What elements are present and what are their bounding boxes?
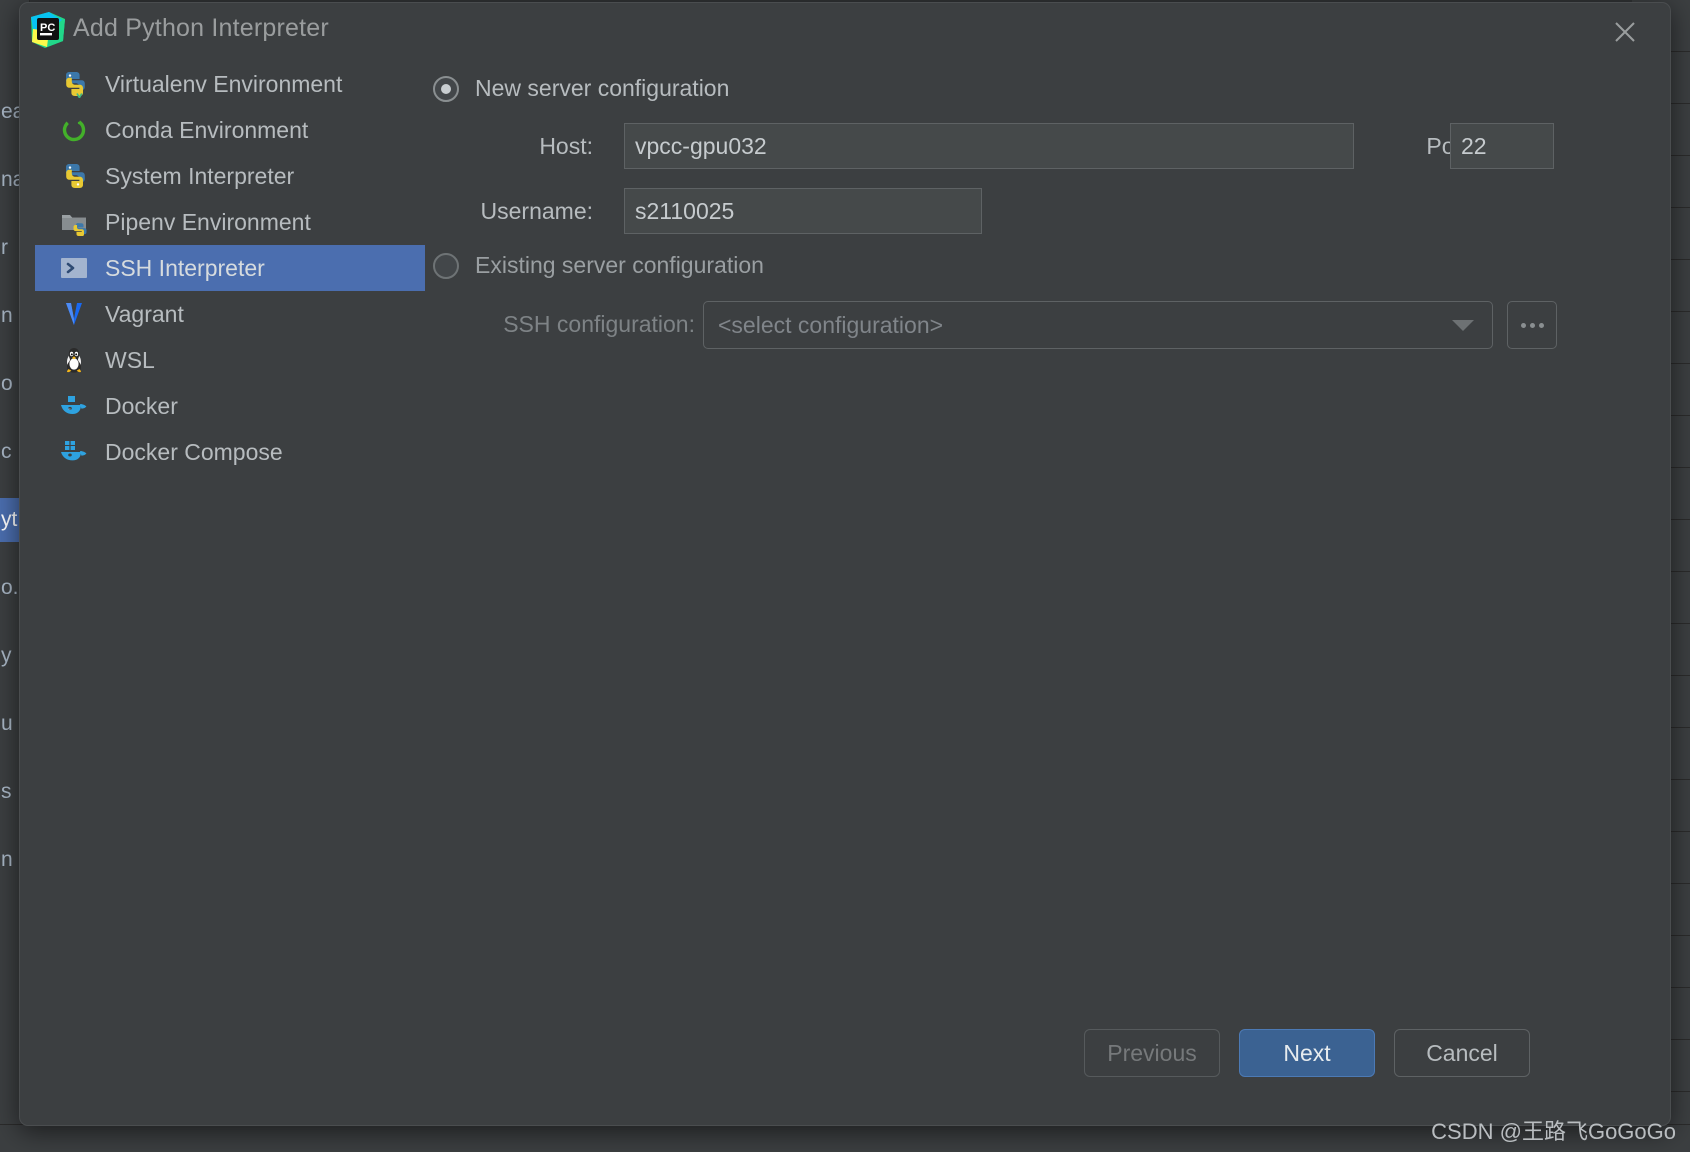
sidebar-item-system-interpreter[interactable]: System Interpreter	[35, 153, 425, 199]
sidebar-item-label: Docker	[105, 392, 178, 419]
host-input[interactable]	[624, 123, 1354, 169]
radio-indicator-existing-server	[433, 252, 459, 279]
dialog-footer: Previous Next Cancel	[20, 1005, 1670, 1125]
sidebar-item-label: System Interpreter	[105, 162, 295, 189]
sidebar-item-conda-environment[interactable]: Conda Environment	[35, 107, 425, 153]
csdn-watermark: CSDN @王路飞GoGoGo	[1431, 1119, 1676, 1144]
radio-indicator-new-server	[433, 75, 459, 102]
sidebar-item-docker-compose[interactable]: Docker Compose	[35, 429, 425, 475]
sidebar-item-pipenv-environment[interactable]: Pipenv Environment	[35, 199, 425, 245]
docker-compose-icon	[59, 437, 89, 467]
ssh-interpreter-form: New server configuration Host: Port: Use…	[425, 61, 1670, 1005]
username-input[interactable]	[624, 188, 982, 234]
add-python-interpreter-dialog: PC Add Python Interpreter Virtualenv Env…	[19, 2, 1671, 1126]
sidebar-item-label: Vagrant	[105, 300, 184, 327]
vagrant-icon	[59, 299, 89, 329]
host-label: Host:	[539, 133, 593, 159]
next-button[interactable]: Next	[1239, 1029, 1375, 1077]
sidebar-item-label: Conda Environment	[105, 116, 309, 143]
svg-text:PC: PC	[40, 22, 55, 34]
python-virtualenv-icon	[59, 69, 89, 99]
sidebar-item-label: Pipenv Environment	[105, 208, 311, 235]
chevron-down-icon	[1452, 319, 1474, 331]
dialog-titlebar: PC Add Python Interpreter	[20, 3, 1670, 59]
sidebar-item-vagrant[interactable]: Vagrant	[35, 291, 425, 337]
ssh-configuration-label: SSH configuration:	[503, 311, 695, 337]
pipenv-folder-icon	[59, 207, 89, 237]
linux-penguin-icon	[59, 345, 89, 375]
cancel-button[interactable]: Cancel	[1394, 1029, 1530, 1077]
sidebar-item-virtualenv-environment[interactable]: Virtualenv Environment	[35, 61, 425, 107]
username-label: Username:	[480, 198, 593, 224]
radio-existing-server-label: Existing server configuration	[475, 252, 764, 278]
radio-new-server-label: New server configuration	[475, 75, 730, 101]
ssh-configuration-value: <select configuration>	[718, 311, 944, 338]
docker-whale-icon: o	[59, 391, 89, 421]
ellipsis-dot-icon	[1538, 322, 1544, 328]
ssh-configuration-browse-button[interactable]	[1507, 301, 1557, 349]
sidebar-item-ssh-interpreter[interactable]: SSH Interpreter	[35, 245, 425, 291]
python-icon	[59, 161, 89, 191]
sidebar-item-label: Docker Compose	[105, 438, 283, 465]
ellipsis-dot-icon	[1529, 322, 1535, 328]
interpreter-type-list: Virtualenv Environment Conda Environment	[35, 61, 425, 475]
port-input[interactable]	[1450, 123, 1554, 169]
ellipsis-dot-icon	[1520, 322, 1526, 328]
sidebar-item-label: Virtualenv Environment	[105, 70, 343, 97]
radio-existing-server-configuration[interactable]: Existing server configuration	[433, 252, 764, 279]
page-title: Add Python Interpreter	[73, 14, 329, 42]
pycharm-logo-icon: PC	[29, 11, 67, 49]
sidebar-item-label: SSH Interpreter	[105, 254, 265, 281]
sidebar-item-wsl[interactable]: WSL	[35, 337, 425, 383]
ssh-terminal-icon	[59, 253, 89, 283]
ssh-configuration-select[interactable]: <select configuration>	[703, 301, 1493, 349]
sidebar-item-label: WSL	[105, 346, 155, 373]
conda-icon	[59, 115, 89, 145]
close-icon[interactable]	[1602, 9, 1648, 55]
radio-new-server-configuration[interactable]: New server configuration	[433, 75, 729, 102]
sidebar-item-docker[interactable]: o Docker	[35, 383, 425, 429]
previous-button[interactable]: Previous	[1084, 1029, 1220, 1077]
